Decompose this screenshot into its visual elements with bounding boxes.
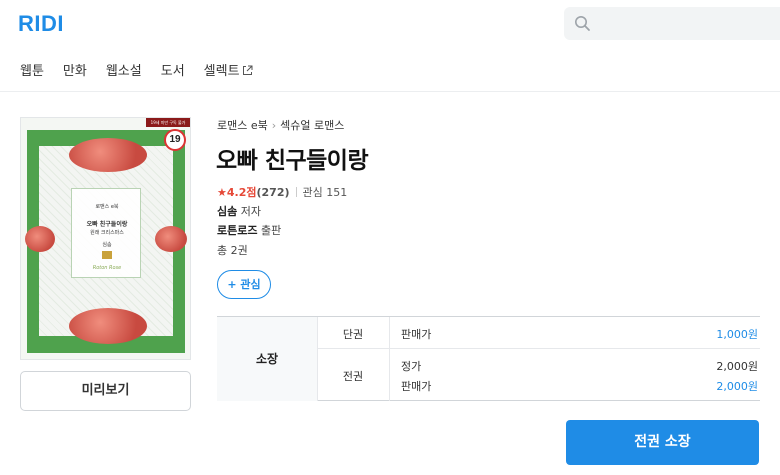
cover-title-1: 오빠 친구들이랑 [86, 221, 128, 228]
price-kind-single: 단권 [342, 328, 364, 341]
rating-score: 4.2점 [226, 186, 257, 199]
author-name[interactable]: 심솜 [217, 205, 237, 218]
cover-rose-right [155, 226, 187, 252]
author-line: 심솜 저자 [217, 203, 261, 219]
external-link-icon [242, 65, 253, 75]
nav-select[interactable]: 셀렉트 [204, 60, 253, 79]
cover-gift-icon [102, 251, 112, 259]
price-divider [389, 317, 390, 401]
search-icon [575, 16, 590, 31]
wishlist-button[interactable]: + 관심 [217, 270, 271, 299]
book-title: 오빠 친구들이랑 [216, 148, 369, 174]
price-table: 소장 단권 판매가 1,000원 전권 정가 2,000원 판매가 2,000원 [217, 316, 760, 401]
price-kind-set: 전권 [342, 370, 364, 383]
nav-webtoon[interactable]: 웹툰 [20, 60, 44, 79]
interest-count: 관심 151 [302, 186, 348, 199]
breadcrumb: 로맨스 e북 › 섹슈얼 로맨스 [217, 117, 344, 133]
rating-count[interactable]: (272) [256, 186, 289, 199]
cover-rose-bottom [69, 308, 147, 344]
breadcrumb-item-romance-ebook[interactable]: 로맨스 e북 [217, 119, 268, 132]
breadcrumb-separator: › [271, 119, 277, 132]
publisher-role: 출판 [260, 224, 282, 237]
nav-comics[interactable]: 만화 [63, 60, 87, 79]
author-role: 저자 [240, 205, 261, 218]
price-label-list: 정가 [401, 360, 422, 373]
rating-divider [295, 187, 297, 197]
price-section-label: 소장 [217, 317, 317, 401]
publisher-line: 로튼로즈 출판 [217, 222, 281, 238]
price-value-list: 2,000원 [716, 360, 758, 373]
nav-webnovel[interactable]: 웹소설 [106, 60, 142, 79]
price-value-single: 1,000원 [716, 328, 758, 341]
cover-author: 심솜 [102, 242, 112, 248]
preview-button[interactable]: 미리보기 [20, 371, 191, 411]
price-value-set: 2,000원 [716, 380, 758, 393]
price-label-sale: 판매가 [401, 328, 432, 341]
cover-publisher-sign: Roton Rose [92, 265, 122, 271]
search-input[interactable] [564, 7, 780, 40]
age-19-badge: 19 [164, 129, 186, 151]
cover-rose-left [25, 226, 55, 252]
age-banner: 19세 미만 구독 불가 [146, 118, 190, 127]
nav-select-label: 셀렉트 [203, 64, 240, 79]
cover-series: 로맨스 e북 [95, 204, 119, 210]
book-cover[interactable]: 로맨스 e북 오빠 친구들이랑 원래 크리스마스 심솜 Roton Rose 1… [20, 117, 191, 360]
price-row-divider [317, 348, 760, 349]
breadcrumb-item-sexual-romance[interactable]: 섹슈얼 로맨스 [280, 119, 344, 132]
publisher-name[interactable]: 로튼로즈 [217, 224, 257, 237]
category-nav: 웹툰 만화 웹소설 도서 셀렉트 [20, 60, 272, 79]
nav-books[interactable]: 도서 [161, 60, 185, 79]
cover-title-2: 원래 크리스마스 [90, 230, 124, 236]
buy-all-button[interactable]: 전권 소장 [566, 420, 759, 465]
star-icon: ★ [217, 186, 227, 199]
header-divider [0, 91, 780, 92]
cover-rose-top [69, 138, 147, 172]
price-label-sale-set: 판매가 [401, 380, 432, 393]
cover-panel: 로맨스 e북 오빠 친구들이랑 원래 크리스마스 심솜 Roton Rose [71, 188, 141, 278]
ridi-logo[interactable]: RIDI [18, 11, 64, 37]
rating-row: ★4.2점(272) 관심 151 [217, 184, 347, 200]
volume-count: 총 2권 [217, 244, 248, 257]
